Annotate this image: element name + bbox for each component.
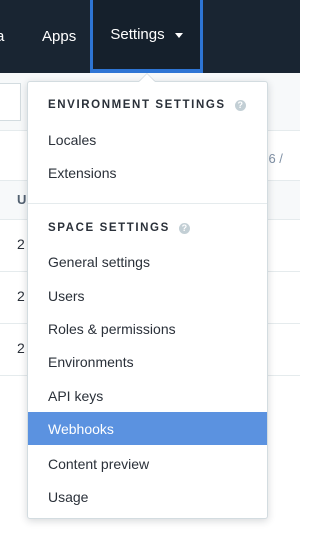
- menu-item-extensions[interactable]: Extensions: [28, 156, 267, 189]
- nav-item-settings[interactable]: Settings: [90, 0, 203, 69]
- nav-item-apps[interactable]: Apps: [42, 0, 76, 73]
- table-cell: 2: [17, 288, 25, 304]
- environment-settings-heading: ENVIRONMENT SETTINGS ?: [48, 99, 246, 111]
- menu-item-roles-permissions[interactable]: Roles & permissions: [28, 312, 267, 345]
- menu-item-users[interactable]: Users: [28, 279, 267, 312]
- menu-item-general-settings[interactable]: General settings: [28, 245, 267, 278]
- table-header-cell: U: [17, 192, 27, 207]
- menu-item-locales[interactable]: Locales: [28, 123, 267, 156]
- menu-item-usage[interactable]: Usage: [28, 480, 267, 513]
- top-navigation: a Apps Settings: [0, 0, 300, 73]
- menu-item-webhooks[interactable]: Webhooks: [28, 412, 267, 445]
- help-icon[interactable]: ?: [234, 99, 246, 111]
- section-title: SPACE SETTINGS: [48, 222, 170, 234]
- menu-item-api-keys[interactable]: API keys: [28, 379, 267, 412]
- table-cell: 2: [17, 236, 25, 252]
- section-title: ENVIRONMENT SETTINGS: [48, 99, 226, 111]
- table-cell: 2: [17, 340, 25, 356]
- nav-settings-label: Settings: [110, 26, 165, 43]
- menu-item-environments[interactable]: Environments: [28, 345, 267, 378]
- settings-dropdown-menu: ENVIRONMENT SETTINGS ? Locales Extension…: [27, 81, 268, 519]
- search-input-partial[interactable]: [0, 83, 21, 121]
- menu-divider: [28, 203, 267, 204]
- nav-item-truncated[interactable]: a: [0, 0, 4, 73]
- menu-item-content-preview[interactable]: Content preview: [28, 447, 267, 480]
- space-settings-heading: SPACE SETTINGS ?: [48, 222, 190, 234]
- help-icon[interactable]: ?: [178, 222, 190, 234]
- caret-down-icon: [174, 33, 183, 38]
- dropdown-pointer-fill: [139, 74, 155, 82]
